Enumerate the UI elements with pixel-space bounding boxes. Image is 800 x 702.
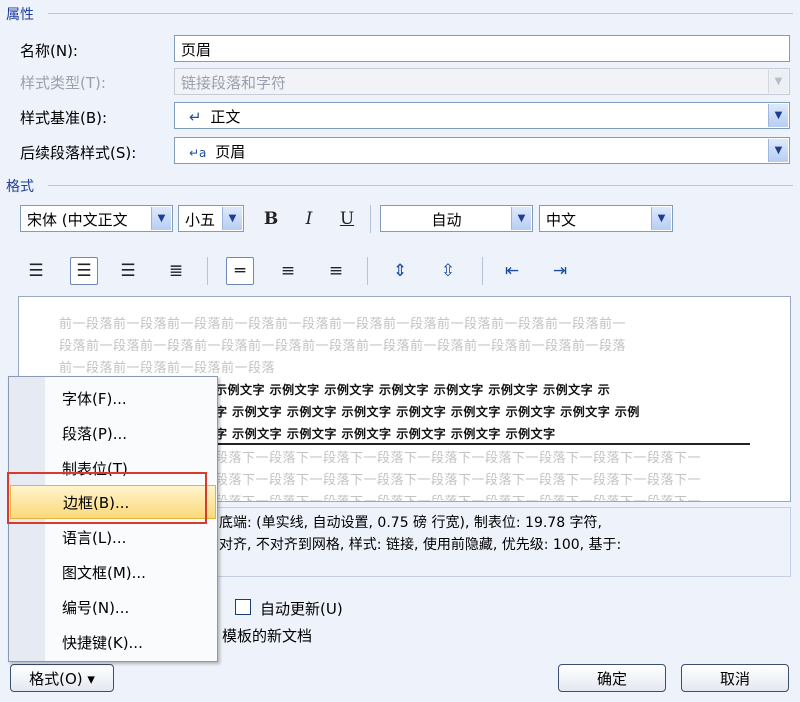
preview-sample-line: 字 示例文字 示例文字 示例文字 示例文字 示例文字 示例文字 <box>215 427 556 441</box>
description-line: 底端: (单实线, 自动设置, 0.75 磅 行宽), 制表位: 19.78 字… <box>219 515 603 531</box>
align-center-icon[interactable]: ☰ <box>70 257 98 285</box>
font-color-select[interactable]: 自动 ▼ <box>380 205 533 232</box>
menu-item-label: 段落(P)... <box>62 424 128 443</box>
next-style-select[interactable]: ↵a 页眉 ▼ <box>174 137 790 164</box>
font-color-value: 自动 <box>431 211 462 229</box>
menu-item-numbering[interactable]: 编号(N)... <box>10 590 216 624</box>
chevron-down-icon[interactable]: ▼ <box>651 207 671 230</box>
chevron-down-icon[interactable]: ▼ <box>768 139 788 162</box>
preview-next-paragraph-line: 段落下一段落下一段落下一段落下一段落下一段落下一段落下一段落下一段落下一 <box>215 451 702 466</box>
menu-item-paragraph[interactable]: 段落(P)... <box>10 416 216 450</box>
new-document-label: 模板的新文档 <box>222 627 313 645</box>
next-style-label: 后续段落样式(S): <box>20 144 137 162</box>
align-left-icon[interactable]: ☰ <box>22 257 50 285</box>
increase-indent-icon[interactable]: ⇥ <box>546 257 574 285</box>
format-menu-button[interactable]: 格式(O) ▾ <box>10 664 114 692</box>
preview-sample-line: 字 示例文字 示例文字 示例文字 示例文字 示例文字 示例文字 示例文字 示例 <box>215 405 640 419</box>
preview-next-paragraph-line: 段落下一段落下一段落下一段落下一段落下一段落下一段落下一段落下一段落下一 <box>215 491 701 501</box>
menu-item-label: 字体(F)... <box>62 389 127 408</box>
auto-update-label: 自动更新(U) <box>260 600 343 618</box>
format-divider <box>48 185 793 186</box>
double-spacing-icon[interactable]: ≡ <box>322 257 350 285</box>
underline-button[interactable]: U <box>333 205 361 233</box>
ok-button[interactable]: 确定 <box>558 664 666 692</box>
chevron-down-icon[interactable]: ▼ <box>768 104 788 127</box>
menu-item-frame[interactable]: 图文框(M)... <box>10 555 216 589</box>
style-type-label: 样式类型(T): <box>20 74 106 92</box>
cancel-button[interactable]: 取消 <box>681 664 789 692</box>
properties-section-title: 属性 <box>6 7 34 23</box>
toolbar-separator <box>367 257 368 285</box>
style-type-value: 链接段落和字符 <box>181 74 287 92</box>
menu-item-shortcut-key[interactable]: 快捷键(K)... <box>10 625 216 659</box>
bold-button[interactable]: B <box>257 205 285 233</box>
chevron-down-icon: ▼ <box>768 70 788 93</box>
auto-update-checkbox[interactable] <box>235 599 251 615</box>
linked-style-icon: ↵a <box>189 146 207 160</box>
align-right-icon[interactable]: ☰ <box>114 257 142 285</box>
font-size-select[interactable]: 小五 ▼ <box>178 205 244 232</box>
menu-item-label: 语言(L)... <box>62 528 127 547</box>
font-select[interactable]: 宋体 (中文正文 ▼ <box>20 205 173 232</box>
paragraph-mark-icon: ↵ <box>189 108 202 126</box>
preview-previous-paragraph-line: 前一段落前一段落前一段落前一段落前一段落前一段落前一段落前一段落前一段落前一段落… <box>59 317 627 332</box>
menu-item-label: 图文框(M)... <box>62 563 146 582</box>
chevron-down-icon[interactable]: ▼ <box>222 207 242 230</box>
name-label: 名称(N): <box>20 42 78 60</box>
menu-item-label: 快捷键(K)... <box>62 633 143 652</box>
chevron-down-icon[interactable]: ▼ <box>151 207 171 230</box>
toolbar-separator <box>207 257 208 285</box>
properties-divider <box>48 13 793 14</box>
next-style-value: 页眉 <box>215 143 246 161</box>
align-justify-icon[interactable]: ≣ <box>162 257 190 285</box>
decrease-paragraph-spacing-icon[interactable]: ⇳ <box>434 257 462 285</box>
name-input-value: 页眉 <box>181 41 212 59</box>
preview-sample-line: 示例文字 示例文字 示例文字 示例文字 示例文字 示例文字 示例文字 示 <box>215 383 611 397</box>
menu-item-label: 编号(N)... <box>62 598 130 617</box>
description-line: 对齐, 不对齐到网格, 样式: 链接, 使用前隐藏, 优先级: 100, 基于: <box>219 537 622 553</box>
chevron-down-icon[interactable]: ▼ <box>511 207 531 230</box>
toolbar-separator <box>482 257 483 285</box>
language-select[interactable]: 中文 ▼ <box>539 205 673 232</box>
style-based-label: 样式基准(B): <box>20 109 108 127</box>
font-size-value: 小五 <box>185 211 216 229</box>
preview-bottom-border <box>215 443 750 445</box>
annotation-highlight-box <box>7 472 207 524</box>
menu-item-font[interactable]: 字体(F)... <box>10 381 216 415</box>
font-value: 宋体 (中文正文 <box>27 211 128 229</box>
one-half-spacing-icon[interactable]: ≡ <box>274 257 302 285</box>
single-spacing-icon[interactable]: ═ <box>226 257 254 285</box>
preview-next-paragraph-line: 段落下一段落下一段落下一段落下一段落下一段落下一段落下一段落下一段落下一 <box>215 473 702 488</box>
preview-previous-paragraph-line: 前一段落前一段落前一段落前一段落 <box>59 361 276 376</box>
name-input[interactable]: 页眉 <box>174 35 790 62</box>
increase-paragraph-spacing-icon[interactable]: ⇕ <box>386 257 414 285</box>
toolbar-separator <box>370 205 371 233</box>
menu-item-language[interactable]: 语言(L)... <box>10 520 216 554</box>
style-based-select[interactable]: ↵ 正文 ▼ <box>174 102 790 129</box>
language-value: 中文 <box>546 211 577 229</box>
style-based-value: 正文 <box>210 108 241 126</box>
preview-previous-paragraph-line: 段落前一段落前一段落前一段落前一段落前一段落前一段落前一段落前一段落前一段落前一… <box>59 339 627 354</box>
style-type-select: 链接段落和字符 ▼ <box>174 68 790 95</box>
italic-button[interactable]: I <box>295 205 323 233</box>
decrease-indent-icon[interactable]: ⇤ <box>498 257 526 285</box>
format-section-title: 格式 <box>6 179 34 195</box>
